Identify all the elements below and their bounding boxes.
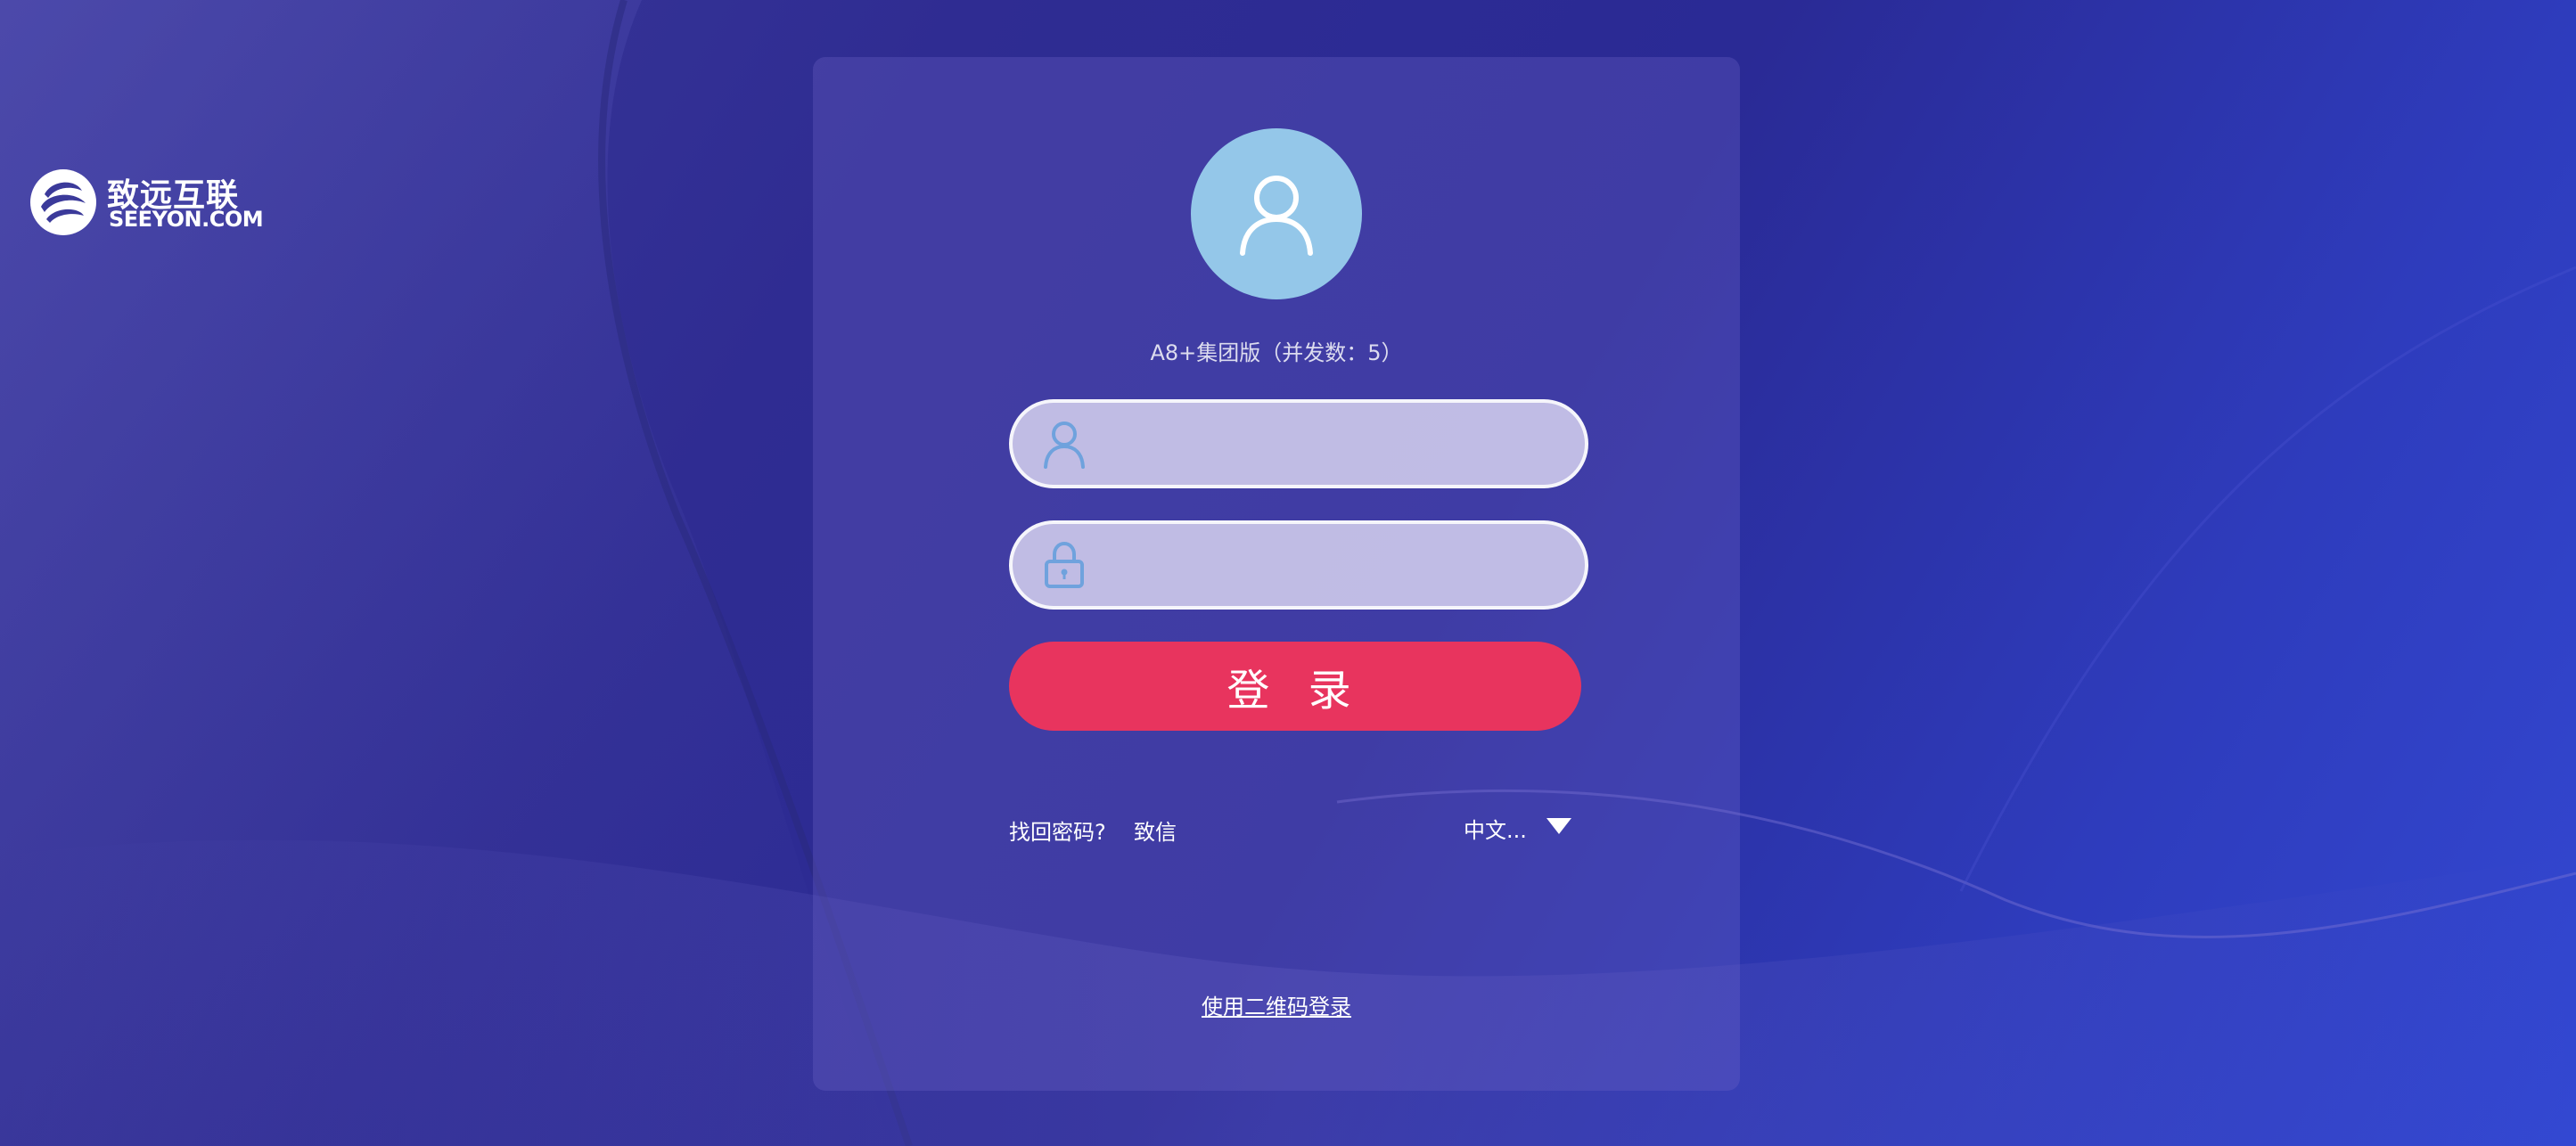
username-field[interactable]	[1009, 399, 1588, 488]
user-icon	[1039, 419, 1089, 469]
language-select-value: 中文...	[1464, 818, 1527, 843]
username-input[interactable]	[1103, 412, 1558, 476]
user-avatar-icon	[1240, 176, 1313, 256]
language-select[interactable]: 中文...	[1464, 813, 1571, 844]
qr-login-row: 使用二维码登录	[813, 989, 1740, 1020]
forgot-password-link[interactable]: 找回密码?	[1009, 814, 1106, 846]
brand-logo: 致远互联 SEEYON.COM	[29, 166, 264, 237]
zhixin-link[interactable]: 致信	[1134, 814, 1177, 846]
caret-down-icon	[1546, 817, 1571, 834]
password-input[interactable]	[1103, 533, 1558, 597]
qr-login-link[interactable]: 使用二维码登录	[1202, 995, 1351, 1019]
user-avatar	[1191, 128, 1362, 299]
lock-icon	[1039, 540, 1089, 590]
brand-name-en: SEEYON.COM	[109, 207, 264, 232]
password-field[interactable]	[1009, 520, 1588, 610]
product-label: A8+集团版（并发数：5）	[1150, 340, 1403, 365]
login-card: A8+集团版（并发数：5） 登 录 找回密码? 致信 中文... 使用二维码登录	[813, 57, 1740, 1091]
login-button[interactable]: 登 录	[1009, 642, 1581, 731]
seeyon-logo-icon	[30, 169, 96, 235]
